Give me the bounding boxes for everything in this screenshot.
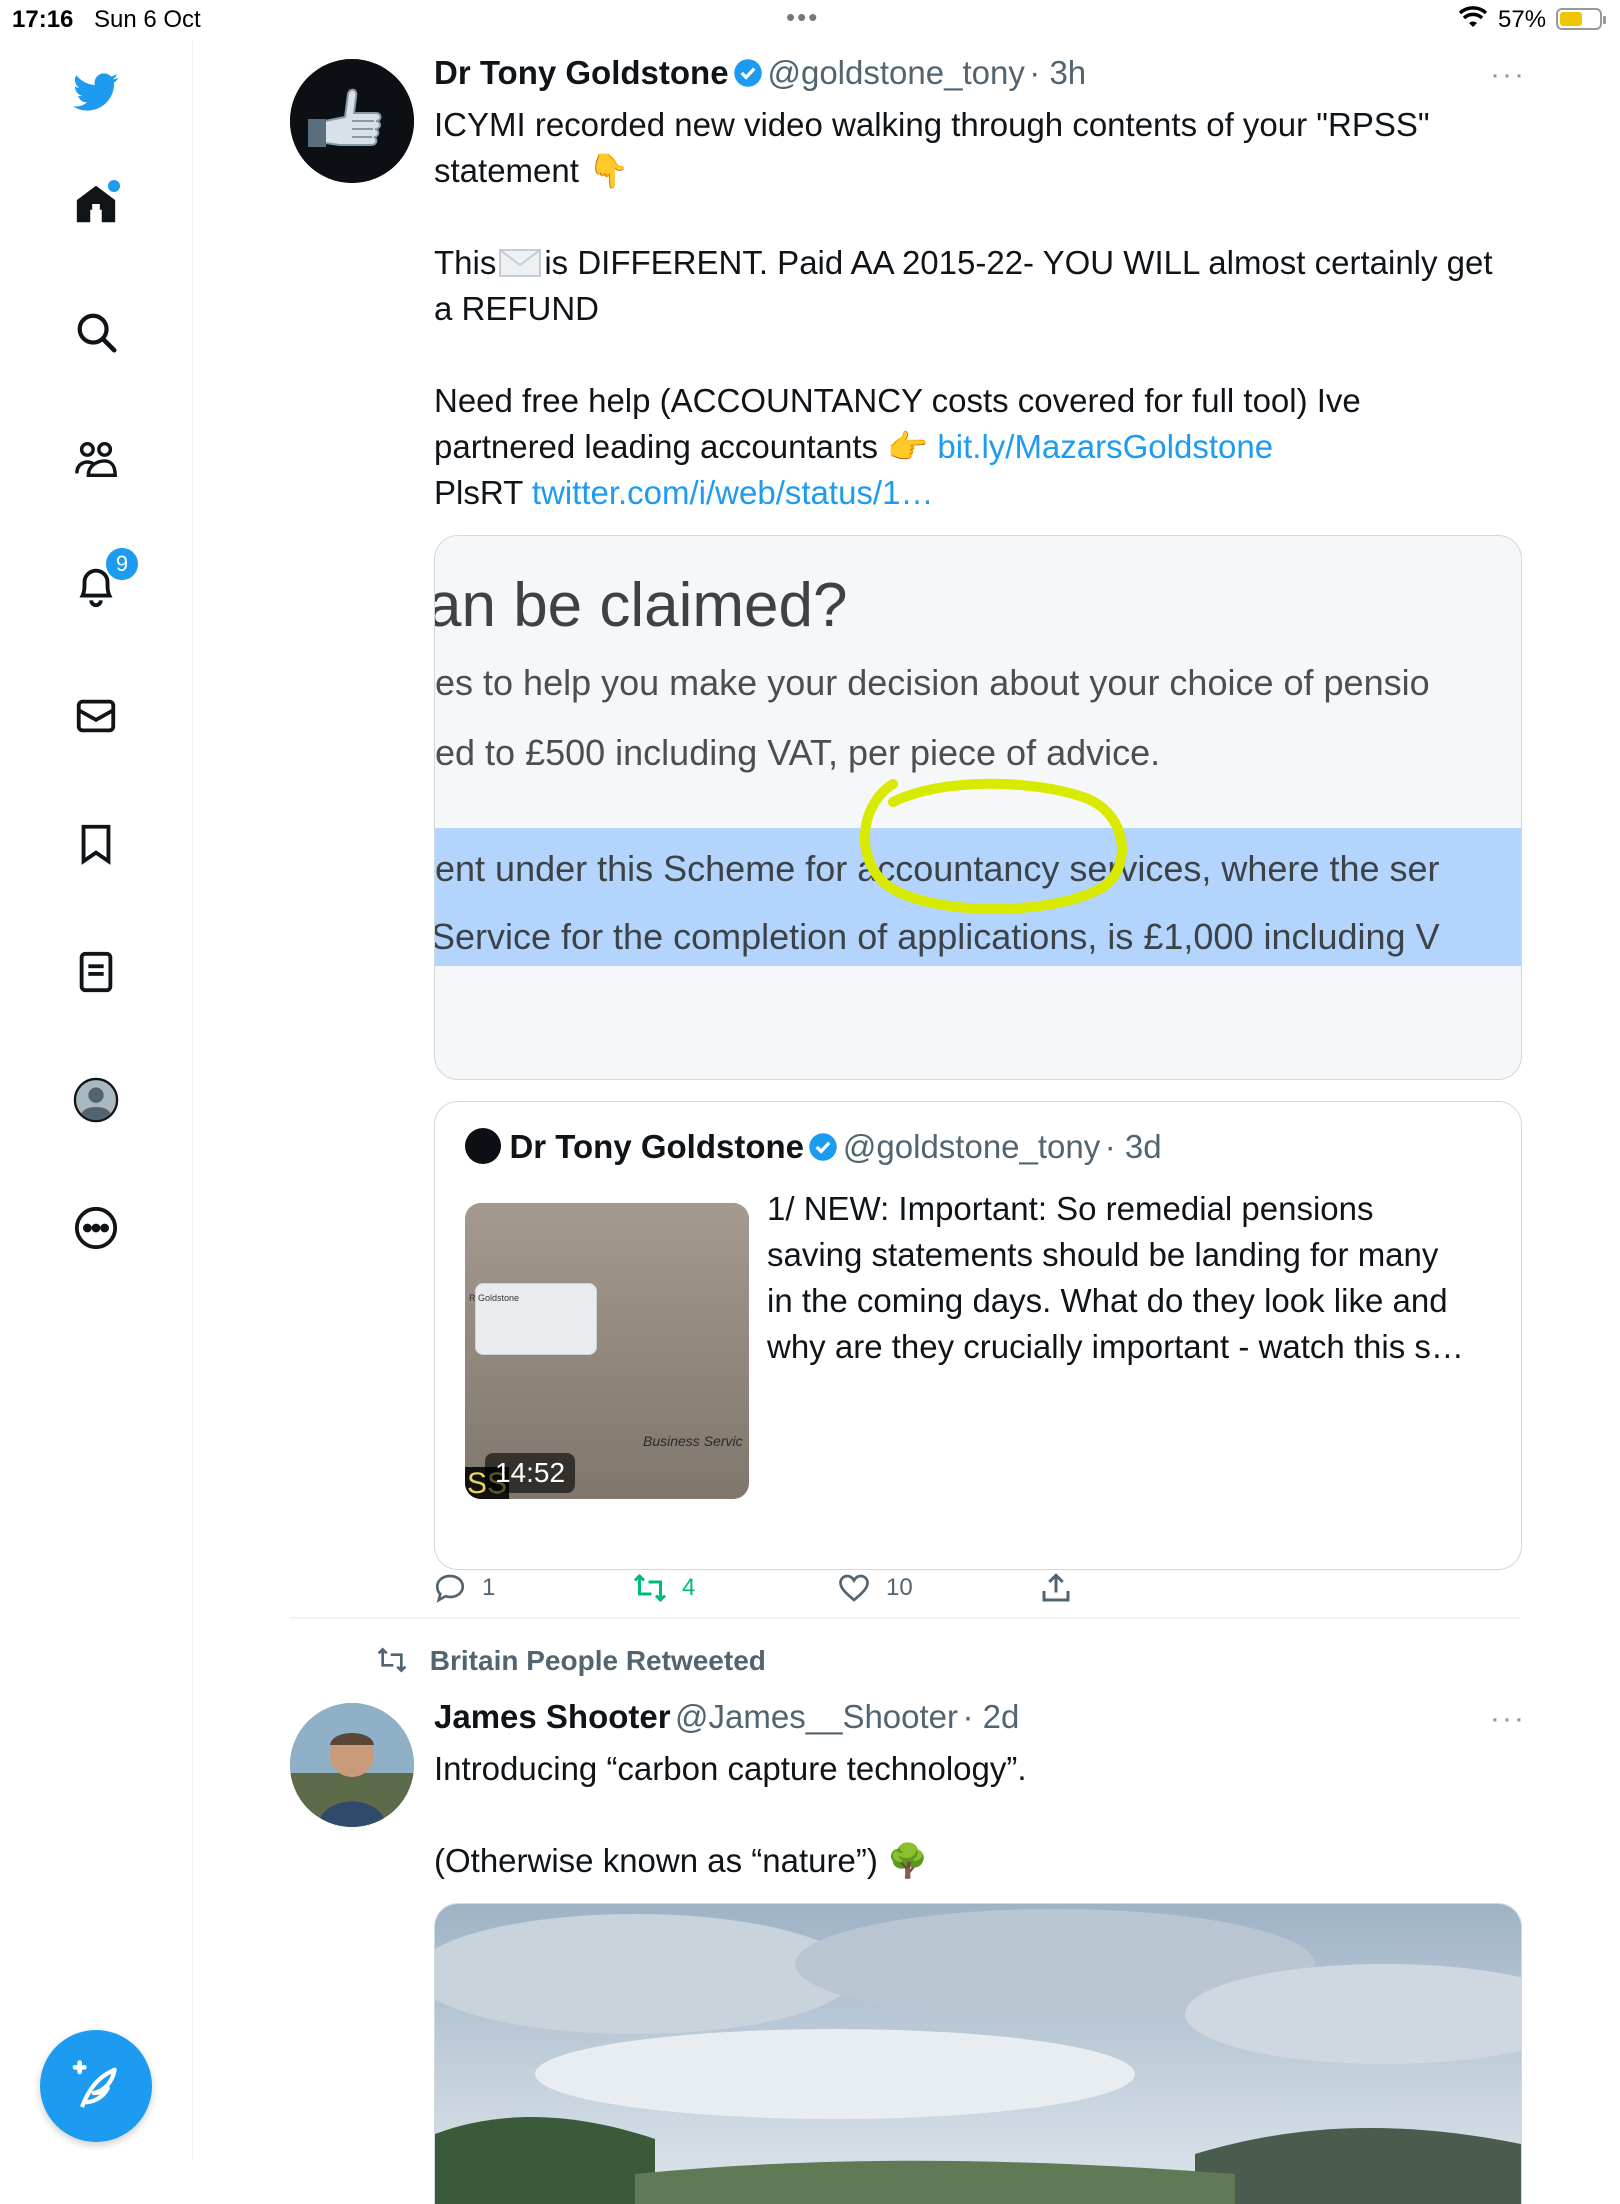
retweet-button[interactable]: 4 <box>632 1570 695 1606</box>
reply-button[interactable]: 1 <box>432 1570 495 1606</box>
tweet-more-button[interactable]: ··· <box>1490 1702 1526 1736</box>
lists-icon[interactable] <box>70 946 122 998</box>
battery-icon <box>1556 8 1606 30</box>
battery-percent: 57% <box>1498 6 1547 33</box>
heart-icon <box>839 1574 869 1602</box>
reply-count: 1 <box>482 1574 496 1601</box>
quoted-tweet-body: 1/ NEW: Important: So remedial pensions … <box>767 1190 1464 1365</box>
image-heading: an be claimed? <box>434 571 848 640</box>
video-thumbnail[interactable]: R Goldstone Business Servic SS 14:52 <box>465 1203 749 1499</box>
share-icon <box>1042 1573 1070 1602</box>
landscape-photo <box>435 1904 1521 2204</box>
tweet-header: James Shooter @James__Shooter · 2d <box>434 1698 1019 1736</box>
tweet-link[interactable]: twitter.com/i/web/status/1… <box>532 474 934 511</box>
tweet-body: Introducing “carbon capture technology”.… <box>434 1750 1027 1879</box>
twitter-logo-icon[interactable] <box>70 66 122 118</box>
yellow-circle-annotation-icon <box>859 778 1127 914</box>
notifications-icon[interactable]: 9 <box>70 546 140 612</box>
tweet-time[interactable]: · 3h <box>1029 54 1086 91</box>
status-bar: 17:16 Sun 6 Oct ••• 57% <box>0 0 1620 40</box>
quoted-author-handle: @goldstone_tony <box>842 1128 1101 1165</box>
tweet-media-image[interactable]: an be claimed? es to help you make your … <box>434 535 1522 1080</box>
avatar[interactable] <box>290 1703 414 1827</box>
profile-icon[interactable] <box>70 1074 122 1126</box>
communities-icon[interactable] <box>70 434 122 486</box>
author-handle[interactable]: @James__Shooter <box>675 1698 958 1735</box>
quoted-tweet[interactable]: Dr Tony Goldstone @goldstone_tony · 3d R… <box>434 1101 1522 1570</box>
author-name[interactable]: James Shooter <box>434 1698 671 1735</box>
bookmarks-icon[interactable] <box>70 818 122 870</box>
messages-icon[interactable] <box>70 690 122 742</box>
tweet-media-image[interactable] <box>434 1903 1522 2204</box>
multitasking-dots[interactable]: ••• <box>786 2 819 33</box>
home-icon[interactable] <box>70 178 122 230</box>
video-duration: 14:52 <box>485 1453 576 1493</box>
author-name[interactable]: Dr Tony Goldstone <box>434 54 729 91</box>
retweet-icon <box>633 1573 667 1603</box>
quoted-tweet-time: · 3d <box>1104 1128 1162 1165</box>
notifications-badge: 9 <box>104 546 140 582</box>
retweet-icon <box>377 1647 407 1673</box>
like-button[interactable]: 10 <box>836 1570 913 1606</box>
feather-plus-icon <box>72 2060 117 2108</box>
verified-badge-icon <box>809 1133 838 1161</box>
quoted-author-name: Dr Tony Goldstone <box>509 1128 805 1165</box>
retweeted-by[interactable]: Britain People Retweeted <box>372 1644 766 1677</box>
share-button[interactable] <box>1038 1570 1074 1606</box>
tweet-more-button[interactable]: ··· <box>1490 58 1526 92</box>
tweet-body: ICYMI recorded new video walking through… <box>434 106 1493 511</box>
timeline: Dr Tony Goldstone @goldstone_tony · 3h ·… <box>192 40 1620 2204</box>
thumbs-up-skeleton-icon <box>290 59 414 183</box>
author-handle[interactable]: @goldstone_tony <box>767 54 1024 91</box>
wifi-icon <box>1458 6 1488 37</box>
status-time: 17:16 <box>12 6 74 33</box>
more-icon[interactable] <box>70 1202 122 1254</box>
like-count: 10 <box>886 1574 913 1601</box>
avatar[interactable] <box>290 59 414 183</box>
person-photo-icon <box>290 1703 414 1827</box>
tweet-link[interactable]: bit.ly/MazarsGoldstone <box>937 428 1273 465</box>
tweet-header: Dr Tony Goldstone @goldstone_tony · 3h <box>434 54 1086 92</box>
retweet-count: 4 <box>682 1574 696 1601</box>
tweet-divider <box>290 1617 1520 1619</box>
quoted-tweet-header: Dr Tony Goldstone @goldstone_tony · 3d <box>465 1128 1162 1166</box>
reply-icon <box>435 1574 465 1603</box>
tweet-time[interactable]: · 2d <box>962 1698 1019 1735</box>
sidebar-nav: 9 <box>0 40 193 2160</box>
status-date: Sun 6 Oct <box>94 6 201 33</box>
compose-tweet-button[interactable] <box>40 2030 152 2142</box>
avatar <box>465 1128 501 1164</box>
verified-badge-icon <box>734 59 762 87</box>
search-icon[interactable] <box>70 306 122 358</box>
envelope-emoji-icon <box>498 244 542 277</box>
home-unread-dot <box>106 178 122 194</box>
